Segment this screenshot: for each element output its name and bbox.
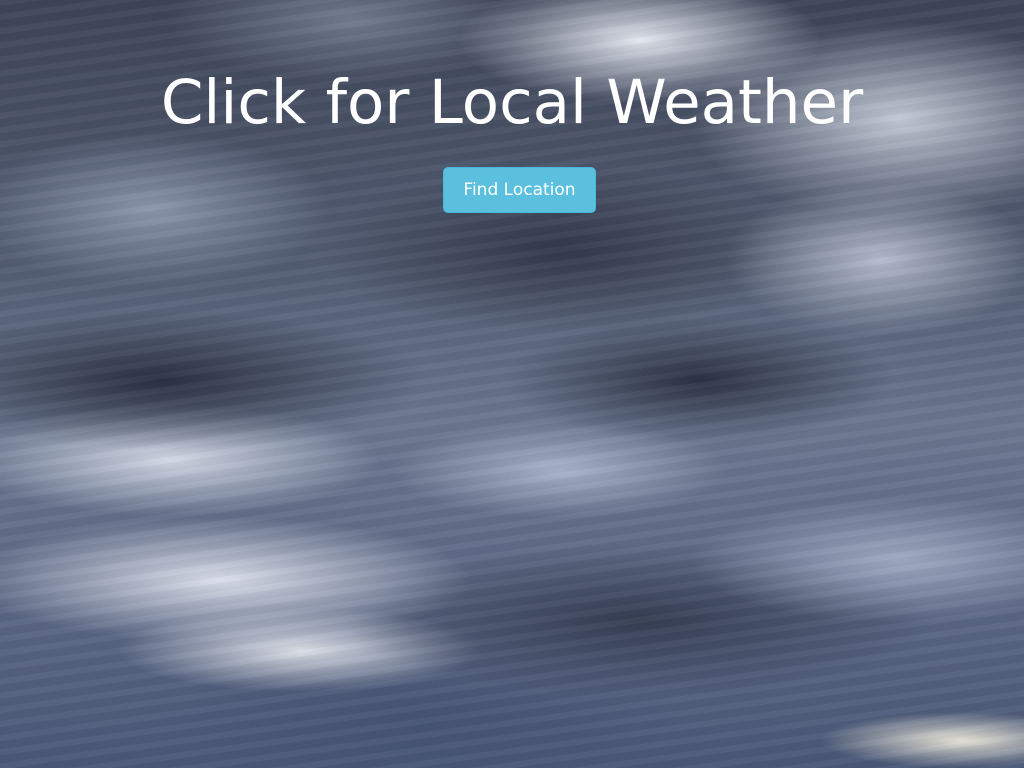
page-title: Click for Local Weather	[160, 67, 864, 138]
find-location-button[interactable]: Find Location	[443, 167, 596, 213]
